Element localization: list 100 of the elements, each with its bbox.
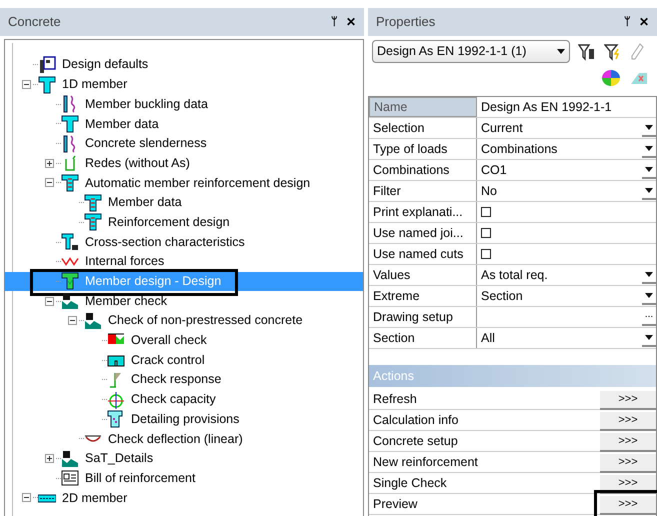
property-value[interactable]: Current — [481, 118, 523, 138]
property-name[interactable]: Extreme — [369, 286, 477, 306]
tree-item[interactable]: Design defaults — [60, 55, 150, 74]
tree-item[interactable]: Detailing provisions — [129, 410, 242, 429]
tree-item[interactable]: Check response — [129, 370, 224, 390]
action-label: Concrete setup — [373, 432, 459, 450]
check-diagram-icon — [61, 450, 79, 468]
property-value[interactable]: As total req. — [481, 266, 548, 284]
caret-icon — [645, 124, 653, 130]
tree-item[interactable]: Member check — [83, 292, 169, 310]
caret-icon — [645, 146, 653, 150]
collapse-toggle[interactable] — [22, 80, 30, 90]
tee-beam-icon — [84, 213, 102, 232]
property-name[interactable]: Drawing setup — [369, 307, 477, 327]
tree-item[interactable]: Check of non-prestressed concrete — [106, 311, 305, 330]
action-button[interactable]: >>> — [600, 412, 656, 430]
tree-item[interactable]: Concrete slenderness — [83, 134, 209, 153]
action-label: Refresh — [373, 390, 418, 408]
caret-icon — [557, 49, 565, 54]
tree-item[interactable]: Cross-section characteristics — [83, 232, 247, 252]
checkbox[interactable] — [481, 228, 491, 238]
property-name[interactable]: Selection — [369, 118, 477, 138]
tree-item[interactable]: Crack control — [129, 350, 207, 370]
document-icon — [61, 469, 79, 488]
collapse-toggle[interactable] — [68, 316, 76, 326]
caret-icon — [645, 272, 653, 276]
collapse-toggle[interactable] — [22, 493, 30, 502]
action-button[interactable]: >>> — [600, 496, 656, 514]
filter-icon[interactable] — [578, 42, 596, 60]
property-name[interactable]: Use named joi... — [369, 223, 477, 243]
color-wheel-icon[interactable] — [601, 69, 621, 87]
tree-item[interactable]: Check capacity — [129, 390, 218, 409]
book-icon — [38, 56, 56, 74]
check-diagram-icon — [61, 292, 79, 310]
property-name[interactable]: Values — [369, 265, 477, 285]
tee-beam-icon — [107, 410, 125, 428]
property-name[interactable]: Use named cuts — [369, 244, 477, 264]
tee-beam-icon — [61, 233, 79, 252]
property-value[interactable]: All — [481, 328, 495, 348]
property-name[interactable]: Print explanati... — [369, 202, 477, 222]
action-button[interactable]: >>> — [600, 390, 656, 410]
property-name[interactable]: Combinations — [369, 160, 477, 180]
property-value[interactable]: No — [481, 182, 497, 200]
tree-item[interactable]: 1D member — [60, 75, 130, 94]
property-value[interactable]: CO1 — [481, 160, 507, 180]
tee-beam-icon — [61, 114, 79, 133]
property-name[interactable]: Type of loads — [369, 139, 477, 159]
tee-beam-icon — [61, 174, 79, 192]
collapse-toggle[interactable] — [44, 296, 54, 306]
filter-icon[interactable] — [604, 42, 622, 60]
tree-item[interactable]: Check deflection (linear) — [106, 430, 245, 448]
checkbox[interactable] — [481, 249, 491, 259]
tree-item[interactable]: Reinforcement design — [106, 212, 232, 232]
action-label: Preview — [373, 496, 418, 513]
selector-dropdown[interactable]: Design As EN 1992-1-1 (1) — [372, 40, 570, 63]
actions-header: Actions — [368, 365, 657, 387]
tee-beam-icon — [84, 194, 102, 212]
property-value[interactable]: Design As EN 1992-1-1 — [481, 98, 612, 116]
close-button[interactable]: ✕ — [346, 13, 356, 31]
tree-item[interactable]: Automatic member reinforcement design — [83, 174, 312, 192]
tree-item[interactable]: Overall check — [129, 331, 209, 350]
property-name[interactable]: Filter — [369, 181, 477, 201]
collapse-toggle[interactable] — [44, 178, 54, 188]
tree-item[interactable]: Internal forces — [83, 252, 166, 272]
expand-toggle[interactable] — [44, 158, 54, 168]
action-button[interactable]: >>> — [600, 432, 656, 452]
action-label: Calculation info — [373, 412, 460, 429]
tree-item[interactable]: Member data — [83, 114, 161, 134]
tree-item[interactable]: Member data — [106, 193, 184, 212]
diagram-icon — [61, 257, 79, 266]
eraser-icon[interactable] — [629, 70, 649, 86]
ellipsis-button[interactable]: ... — [642, 308, 656, 326]
check-diagram-icon — [84, 312, 102, 330]
tree-item[interactable]: Redes (without As) — [83, 154, 192, 173]
tree-item[interactable]: SaT_Details — [83, 449, 156, 468]
expand-toggle[interactable] — [44, 454, 54, 464]
tree-item[interactable]: Bill of reinforcement — [83, 468, 198, 488]
caret-icon — [645, 292, 653, 298]
property-name[interactable]: Section — [369, 328, 477, 348]
checkbox[interactable] — [481, 207, 491, 217]
property-value[interactable]: Combinations — [481, 140, 558, 158]
panel-title: Properties — [376, 13, 436, 32]
tee-beam-icon — [38, 76, 56, 94]
close-button[interactable]: ✕ — [639, 13, 649, 31]
caret-icon — [645, 334, 653, 340]
pin-button[interactable]: ᛘ — [331, 14, 338, 30]
tree-item[interactable]: 2D member — [60, 488, 130, 508]
action-label: Single Check — [373, 474, 448, 492]
action-label: New reinforcement — [373, 454, 479, 471]
caret-icon — [645, 188, 653, 192]
caret-icon — [645, 166, 653, 172]
pin-button[interactable]: ᛘ — [624, 14, 631, 30]
tee-beam-icon — [61, 272, 79, 290]
ellipse-icon — [107, 390, 125, 409]
property-name[interactable]: Name — [369, 97, 477, 117]
property-value[interactable]: Section — [481, 286, 523, 306]
action-button[interactable]: >>> — [600, 454, 656, 472]
beam-icon — [84, 435, 102, 442]
tree-item[interactable]: Member buckling data — [83, 94, 210, 114]
panel-title: Concrete — [8, 13, 62, 32]
